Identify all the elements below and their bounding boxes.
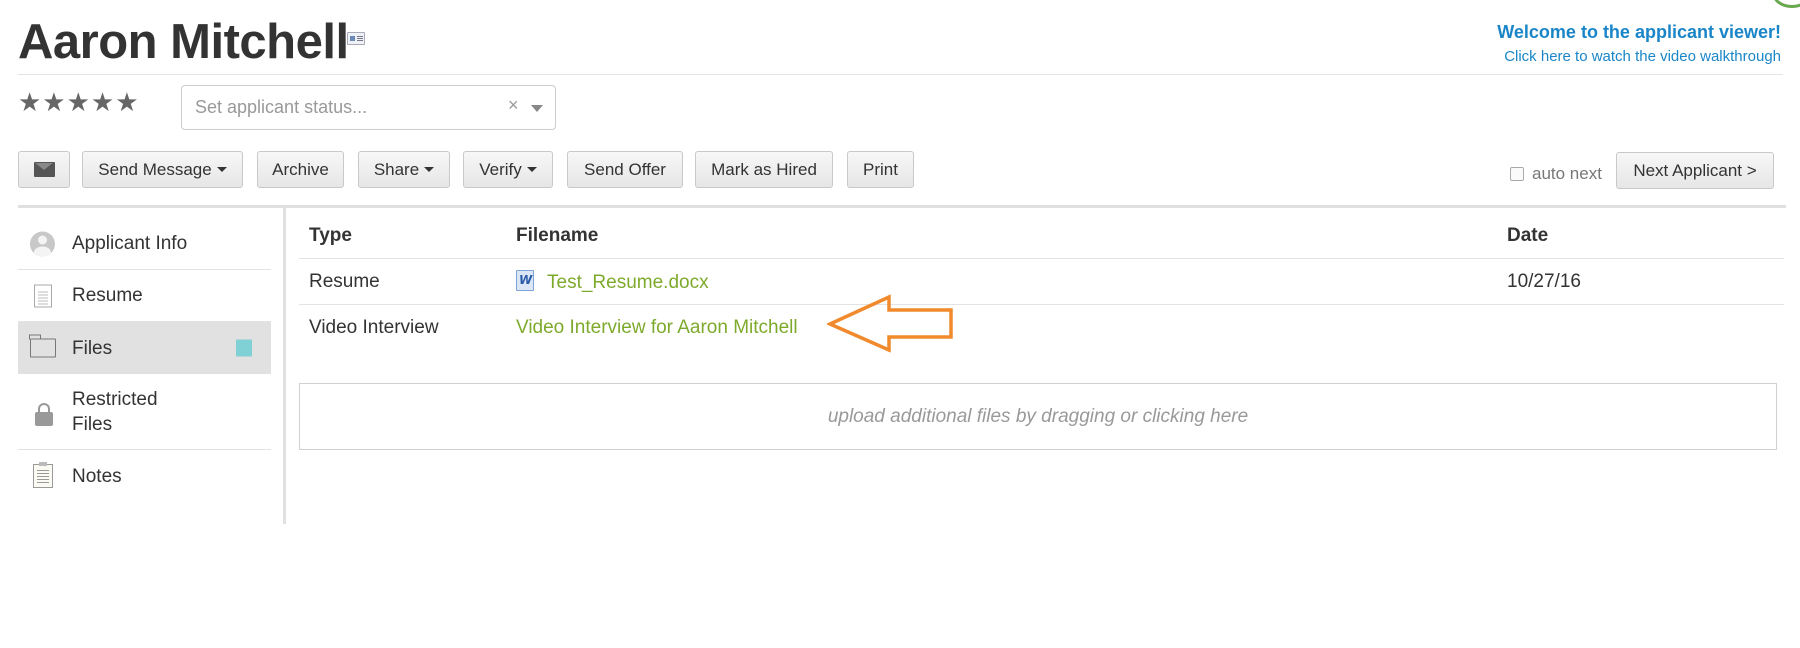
table-row: Resume Test_Resume.docx 10/27/16 <box>299 259 1784 305</box>
sidebar-item-label: Restricted Files <box>72 387 158 437</box>
column-header-filename: Filename <box>516 224 599 246</box>
caret-down-icon <box>526 167 537 172</box>
video-interview-link[interactable]: Video Interview for Aaron Mitchell <box>516 317 798 339</box>
sidebar-item-restricted-files[interactable]: Restricted Files <box>18 374 271 450</box>
sidebar-item-notes[interactable]: Notes <box>18 450 271 502</box>
corner-badge-icon <box>1772 0 1800 8</box>
welcome-banner: Welcome to the applicant viewer! Click h… <box>1497 22 1781 65</box>
send-offer-button[interactable]: Send Offer <box>567 151 683 188</box>
contact-card-icon[interactable] <box>347 32 365 45</box>
sidebar-item-label: Applicant Info <box>72 233 188 254</box>
files-table: Type Filename Date Resume Test_Resume.do… <box>299 213 1784 351</box>
file-link[interactable]: Test_Resume.docx <box>516 269 709 294</box>
sidebar-item-resume[interactable]: Resume <box>18 270 271 322</box>
header-divider <box>18 74 1783 75</box>
table-row: Video Interview Video Interview for Aaro… <box>299 305 1784 351</box>
sidebar-divider <box>283 208 286 524</box>
sidebar-item-label: Files <box>72 337 113 359</box>
folder-icon <box>29 334 56 358</box>
file-type: Resume <box>309 270 380 292</box>
clear-status-icon[interactable]: × <box>508 95 519 116</box>
sidebar-item-label: Resume <box>72 285 143 306</box>
share-button[interactable]: Share <box>358 151 450 188</box>
upload-dropzone[interactable]: upload additional files by dragging or c… <box>299 383 1777 450</box>
mark-as-hired-label: Mark as Hired <box>711 159 817 179</box>
next-applicant-button[interactable]: Next Applicant > <box>1616 152 1774 189</box>
auto-next-toggle[interactable]: auto next <box>1510 164 1602 184</box>
table-header-row: Type Filename Date <box>299 213 1784 259</box>
auto-next-checkbox[interactable] <box>1510 167 1524 181</box>
file-date: 10/27/16 <box>1507 270 1581 292</box>
caret-down-icon <box>216 167 227 172</box>
applicant-name: Aaron Mitchell <box>18 15 349 69</box>
email-button[interactable] <box>18 151 70 188</box>
notes-icon <box>33 462 53 488</box>
document-icon <box>34 284 52 307</box>
archive-label: Archive <box>272 159 329 179</box>
verify-button[interactable]: Verify <box>463 151 553 188</box>
video-walkthrough-link[interactable]: Click here to watch the video walkthroug… <box>1497 48 1781 65</box>
sidebar-item-label-line2: Files <box>72 413 113 435</box>
print-button[interactable]: Print <box>847 151 914 188</box>
share-label: Share <box>373 159 420 179</box>
envelope-icon <box>33 162 55 177</box>
column-header-type: Type <box>309 224 352 246</box>
upload-label: upload additional files by dragging or c… <box>827 405 1249 427</box>
verify-label: Verify <box>479 159 522 179</box>
person-icon <box>30 231 55 256</box>
lock-icon <box>35 403 53 426</box>
word-doc-icon <box>516 269 534 291</box>
archive-button[interactable]: Archive <box>257 151 344 188</box>
auto-next-label: auto next <box>1532 164 1602 183</box>
rating-stars[interactable]: ★★★★★ <box>18 87 140 118</box>
status-placeholder: Set applicant status... <box>195 97 368 117</box>
applicant-status-select[interactable]: Set applicant status... × <box>181 85 556 130</box>
sidebar-item-label: Notes <box>72 465 122 487</box>
welcome-title: Welcome to the applicant viewer! <box>1497 22 1781 42</box>
sidebar-item-applicant-info[interactable]: Applicant Info <box>18 218 271 270</box>
chevron-down-icon[interactable] <box>531 105 543 112</box>
active-indicator <box>236 339 252 357</box>
next-applicant-label: Next Applicant > <box>1633 160 1757 180</box>
send-offer-label: Send Offer <box>584 159 666 179</box>
annotation-arrow-icon <box>827 294 953 353</box>
sidebar-item-label-line1: Restricted <box>72 388 158 410</box>
file-type: Video Interview <box>309 317 439 338</box>
applicant-sidebar: Applicant Info Resume Files Restricted F… <box>18 218 271 502</box>
file-name[interactable]: Test_Resume.docx <box>547 272 709 293</box>
caret-down-icon <box>424 167 435 172</box>
send-message-button[interactable]: Send Message <box>82 151 243 188</box>
send-message-label: Send Message <box>98 159 212 179</box>
column-header-date: Date <box>1507 224 1549 246</box>
sidebar-item-files[interactable]: Files <box>18 322 271 374</box>
print-label: Print <box>863 159 898 179</box>
mark-as-hired-button[interactable]: Mark as Hired <box>695 151 833 188</box>
